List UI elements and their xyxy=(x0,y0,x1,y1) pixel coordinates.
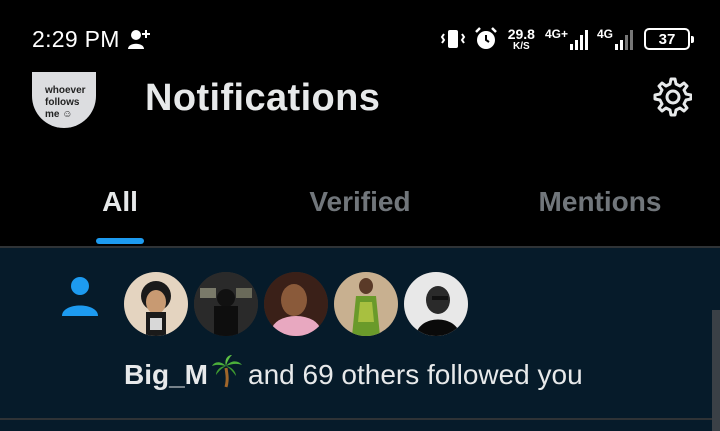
avatar-image xyxy=(124,272,188,336)
status-bar: 2:29 PM 29.8 K/S 4G+ 4G 37 xyxy=(0,0,720,70)
vibrate-icon xyxy=(440,30,465,48)
tab-verified[interactable]: Verified xyxy=(240,160,480,246)
active-tab-indicator xyxy=(96,238,144,244)
page-title: Notifications xyxy=(145,77,381,119)
tab-mentions[interactable]: Mentions xyxy=(480,160,720,246)
net-speed-unit: K/S xyxy=(513,40,530,52)
follower-avatar[interactable] xyxy=(194,272,258,336)
notification-text: Big_M and 69 others followed you xyxy=(124,354,583,391)
signal-icon xyxy=(569,30,588,50)
avatar-image xyxy=(334,272,398,336)
signal-icon xyxy=(615,30,633,50)
follower-avatars xyxy=(124,272,474,336)
signal-indicator-1: 4G+ xyxy=(545,27,589,51)
follower-avatar[interactable] xyxy=(404,272,468,336)
follower-name[interactable]: Big_M xyxy=(124,359,208,390)
gear-icon xyxy=(653,77,692,117)
app-screen: 2:29 PM 29.8 K/S 4G+ 4G 37 whoever follo… xyxy=(0,0,720,431)
avatar-image xyxy=(404,272,468,336)
follower-avatar[interactable] xyxy=(334,272,398,336)
status-time: 2:29 PM xyxy=(32,26,120,52)
tab-label: Mentions xyxy=(538,186,662,217)
status-icons: 29.8 K/S 4G+ 4G 37 xyxy=(440,24,694,54)
battery-level: 37 xyxy=(658,30,676,48)
avatar-text-line: whoever xyxy=(45,85,86,96)
signal-label-1: 4G+ xyxy=(544,27,568,41)
avatar-image xyxy=(194,272,258,336)
tab-label: Verified xyxy=(309,186,411,217)
settings-button[interactable] xyxy=(648,74,694,120)
battery-cap xyxy=(691,36,694,43)
tab-label: All xyxy=(102,186,138,217)
palm-tree-icon xyxy=(212,355,242,388)
tab-bar: All Verified Mentions xyxy=(0,160,720,246)
net-speed: 29.8 K/S xyxy=(508,27,535,52)
follower-avatar[interactable] xyxy=(124,272,188,336)
net-speed-value: 29.8 xyxy=(507,25,535,42)
avatar-image xyxy=(264,272,328,336)
scrollbar-thumb[interactable] xyxy=(712,310,720,431)
signal-indicator-2: 4G xyxy=(597,27,634,51)
notification-message: and 69 others followed you xyxy=(248,359,583,390)
tab-all[interactable]: All xyxy=(0,160,240,246)
battery-icon: 37 xyxy=(644,28,694,50)
app-header: whoever follows me ☺ Notifications xyxy=(0,70,720,140)
follower-avatar[interactable] xyxy=(264,272,328,336)
add-user-icon xyxy=(128,30,150,49)
signal-label-2: 4G xyxy=(596,27,613,41)
profile-avatar[interactable]: whoever follows me ☺ xyxy=(32,72,96,128)
avatar-text-line: follows xyxy=(45,97,80,108)
person-icon xyxy=(62,277,98,316)
next-notification-item[interactable] xyxy=(0,420,720,431)
avatar-text-line: me ☺ xyxy=(45,109,73,120)
notification-item[interactable]: Big_M and 69 others followed you xyxy=(0,248,720,418)
alarm-icon xyxy=(474,27,497,49)
